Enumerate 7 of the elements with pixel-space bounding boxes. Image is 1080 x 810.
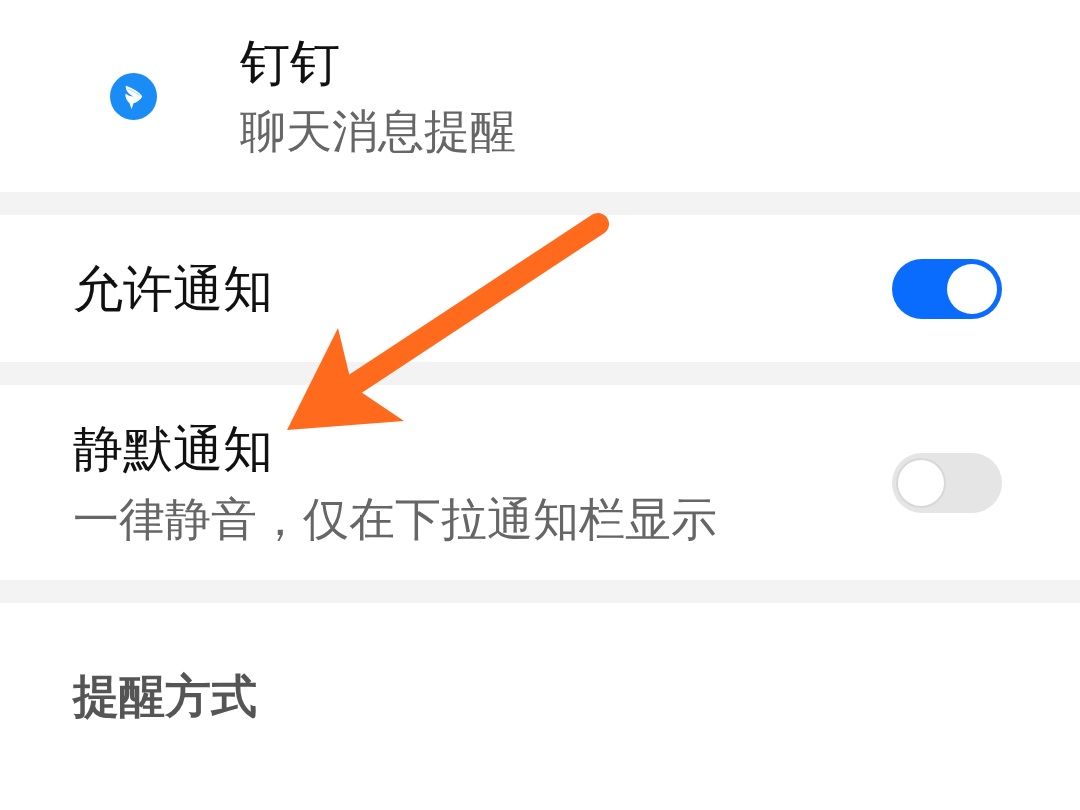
- setting-description: 一律静音，仅在下拉通知栏显示: [73, 490, 717, 548]
- app-subtitle: 聊天消息提醒: [240, 103, 516, 160]
- section-label: 提醒方式: [73, 669, 257, 723]
- app-name: 钉钉: [240, 33, 341, 94]
- wing-logo-icon: [110, 72, 157, 120]
- setting-label: 允许通知: [73, 258, 273, 320]
- setting-label: 静默通知: [73, 418, 274, 480]
